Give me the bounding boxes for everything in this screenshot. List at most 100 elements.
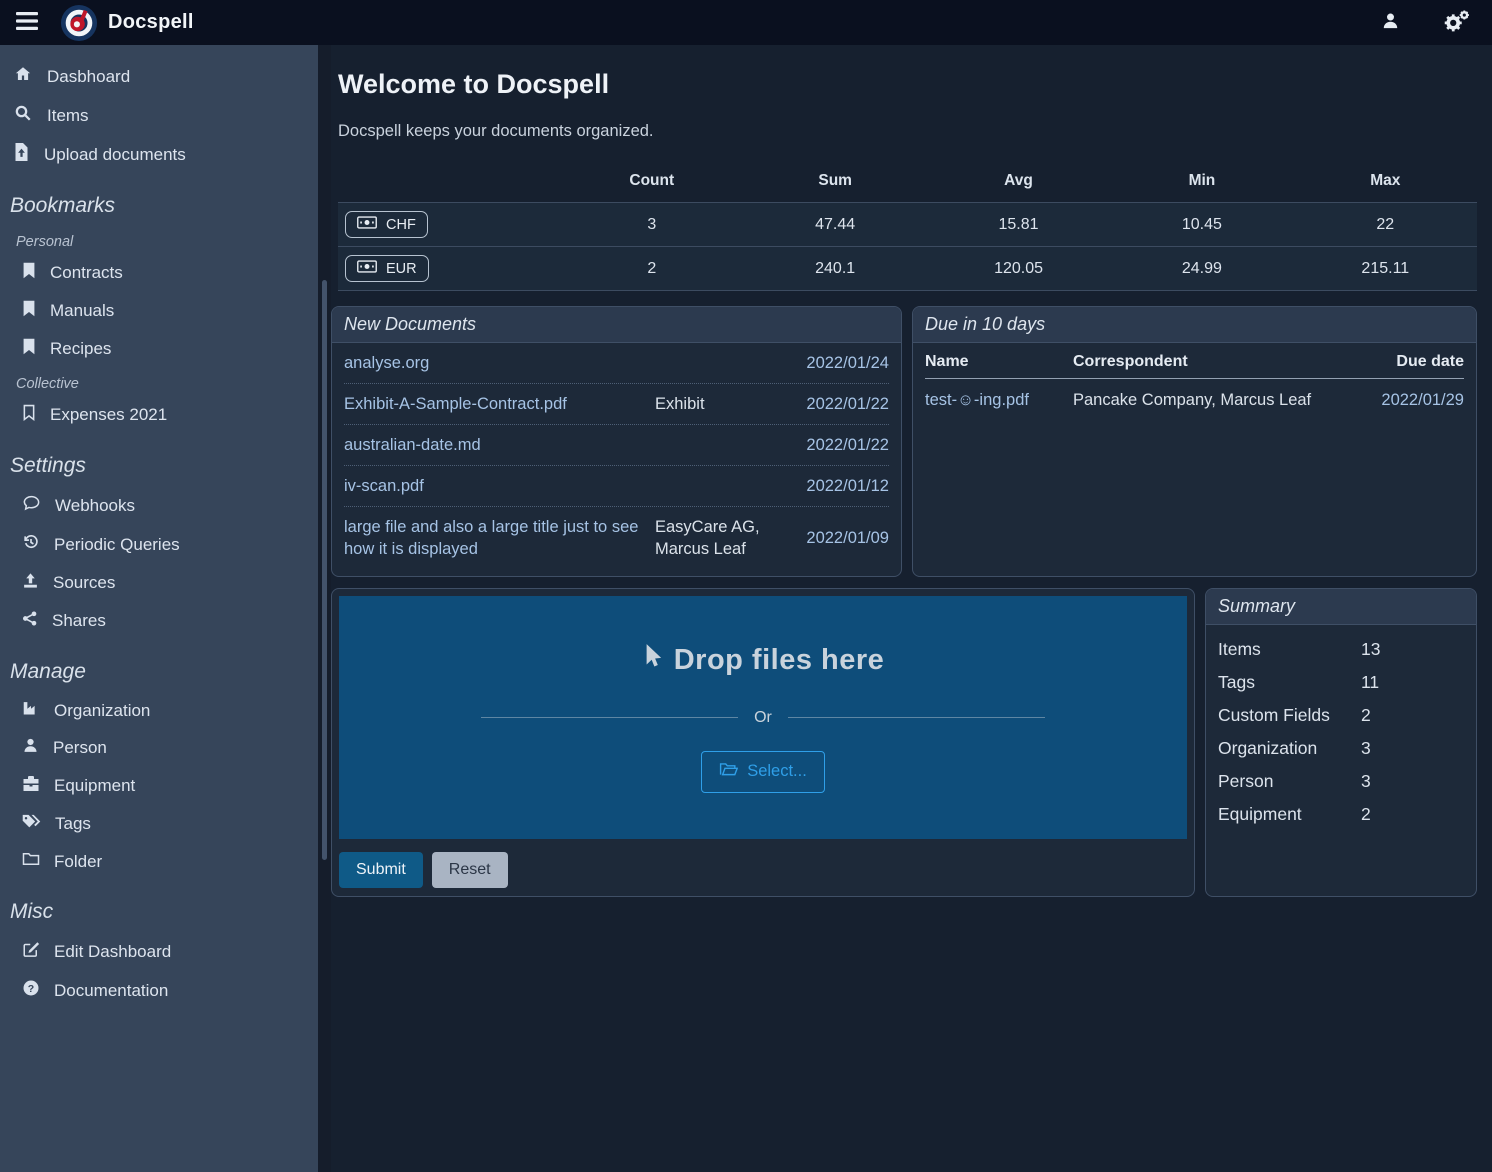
sidebar-item-label: Tags (55, 814, 91, 834)
sidebar-item-label: Folder (54, 852, 102, 872)
summary-label: Organization (1218, 738, 1361, 759)
folder-icon (22, 851, 40, 872)
select-files-button[interactable]: Select... (701, 751, 825, 793)
sidebar-item-webhooks[interactable]: Webhooks (0, 486, 318, 525)
currency-cell: CHF (338, 203, 560, 247)
summary-list: Items 13 Tags 11 Custom Fields 2 Organiz… (1206, 625, 1476, 839)
person-icon (22, 737, 39, 759)
stat-max: 215.11 (1294, 247, 1477, 291)
due-header-correspondent: Correspondent (1073, 353, 1386, 371)
or-label: Or (754, 709, 772, 727)
sidebar-item-dashboard[interactable]: Dasbhoard (0, 57, 318, 96)
summary-value: 2 (1361, 804, 1371, 825)
summary-row: Organization 3 (1218, 732, 1464, 765)
page-subtitle: Docspell keeps your documents organized. (338, 122, 1477, 141)
reset-button[interactable]: Reset (432, 852, 508, 888)
document-date: 2022/01/22 (806, 393, 889, 415)
sidebar-item-periodic-queries[interactable]: Periodic Queries (0, 525, 318, 564)
misc-section-title: Misc (0, 880, 318, 932)
stats-header-row: Count Sum Avg Min Max (338, 166, 1477, 203)
sidebar-item-label: Items (47, 106, 89, 126)
file-upload-icon (14, 143, 29, 166)
bookmarks-collective-label: Collective (0, 368, 318, 396)
or-divider: Or (481, 709, 1045, 727)
sidebar-item-items[interactable]: Items (0, 96, 318, 135)
due-document-link[interactable]: test-☺-ing.pdf (925, 391, 1063, 410)
sidebar-item-label: Documentation (54, 981, 168, 1001)
sidebar-item-shares[interactable]: Shares (0, 602, 318, 640)
stat-min: 24.99 (1110, 247, 1293, 291)
submit-button[interactable]: Submit (339, 852, 423, 888)
bookmark-item-label: Manuals (50, 301, 114, 321)
sidebar: Dasbhoard Items Upload documents Bookmar… (0, 45, 318, 1172)
dropzone-label: Drop files here (642, 643, 885, 679)
bookmark-item-expenses-2021[interactable]: Expenses 2021 (0, 396, 318, 434)
summary-label: Person (1218, 771, 1361, 792)
bookmark-item-label: Expenses 2021 (50, 405, 167, 425)
summary-value: 2 (1361, 705, 1371, 726)
sidebar-item-organization[interactable]: Organization (0, 692, 318, 729)
stats-header-avg: Avg (927, 166, 1110, 203)
summary-panel: Summary Items 13 Tags 11 Custom Fields 2 (1205, 588, 1477, 897)
cogs-icon (1442, 9, 1470, 36)
topbar: Docspell (0, 0, 1492, 45)
docspell-logo[interactable] (60, 4, 98, 42)
sidebar-scrollbar-thumb[interactable] (322, 280, 327, 860)
sidebar-item-label: Periodic Queries (54, 535, 180, 555)
history-icon (22, 533, 40, 556)
summary-row: Person 3 (1218, 765, 1464, 798)
bookmark-icon (22, 300, 36, 322)
stat-sum: 47.44 (743, 203, 926, 247)
document-link[interactable]: analyse.org (344, 352, 645, 374)
summary-label: Equipment (1218, 804, 1361, 825)
summary-value: 3 (1361, 771, 1371, 792)
bookmark-item-contracts[interactable]: Contracts (0, 254, 318, 292)
upload-icon (22, 572, 39, 594)
summary-row: Custom Fields 2 (1218, 699, 1464, 732)
sidebar-item-sources[interactable]: Sources (0, 564, 318, 602)
sidebar-item-edit-dashboard[interactable]: Edit Dashboard (0, 932, 318, 971)
bookmark-item-manuals[interactable]: Manuals (0, 292, 318, 330)
user-menu-button[interactable] (1375, 10, 1406, 35)
bookmark-item-recipes[interactable]: Recipes (0, 330, 318, 368)
sidebar-item-person[interactable]: Person (0, 729, 318, 767)
folder-open-icon (719, 762, 738, 782)
due-list: Name Correspondent Due date test-☺-ing.p… (913, 343, 1476, 422)
sidebar-item-documentation[interactable]: ? Documentation (0, 971, 318, 1010)
stat-count: 2 (560, 247, 743, 291)
tags-icon (22, 813, 41, 835)
sidebar-item-equipment[interactable]: Equipment (0, 767, 318, 805)
stat-avg: 120.05 (927, 247, 1110, 291)
currency-badge: CHF (345, 211, 428, 238)
sidebar-item-folder[interactable]: Folder (0, 843, 318, 880)
file-dropzone[interactable]: Drop files here Or Select... (339, 596, 1187, 839)
summary-row: Equipment 2 (1218, 798, 1464, 831)
document-link[interactable]: iv-scan.pdf (344, 475, 645, 497)
document-correspondent: Exhibit (655, 393, 796, 415)
due-correspondent: Pancake Company, Marcus Leaf (1073, 391, 1371, 410)
new-documents-panel: New Documents analyse.org 2022/01/24 Exh… (331, 306, 902, 577)
sidebar-item-label: Equipment (54, 776, 135, 796)
upload-panel: Drop files here Or Select... Submit Rese… (331, 588, 1195, 897)
bookmarks-section-title: Bookmarks (0, 174, 318, 226)
page-title: Welcome to Docspell (338, 69, 1477, 100)
sidebar-item-upload-documents[interactable]: Upload documents (0, 135, 318, 174)
manage-section-title: Manage (0, 640, 318, 692)
document-link[interactable]: Exhibit-A-Sample-Contract.pdf (344, 393, 645, 415)
user-icon (1381, 11, 1400, 34)
stats-header-count: Count (560, 166, 743, 203)
app-title: Docspell (108, 11, 194, 34)
search-icon (14, 104, 32, 127)
document-row: australian-date.md 2022/01/22 (344, 425, 889, 466)
summary-value: 3 (1361, 738, 1371, 759)
edit-icon (22, 940, 40, 963)
stats-header-min: Min (1110, 166, 1293, 203)
hamburger-menu-button[interactable] (16, 12, 38, 33)
stats-table: Count Sum Avg Min Max CHF 3 47. (338, 166, 1477, 291)
sidebar-item-tags[interactable]: Tags (0, 805, 318, 843)
mouse-pointer-icon (642, 643, 662, 679)
due-header-row: Name Correspondent Due date (925, 343, 1464, 379)
document-link[interactable]: large file and also a large title just t… (344, 516, 645, 560)
document-link[interactable]: australian-date.md (344, 434, 645, 456)
settings-menu-button[interactable] (1436, 8, 1476, 37)
